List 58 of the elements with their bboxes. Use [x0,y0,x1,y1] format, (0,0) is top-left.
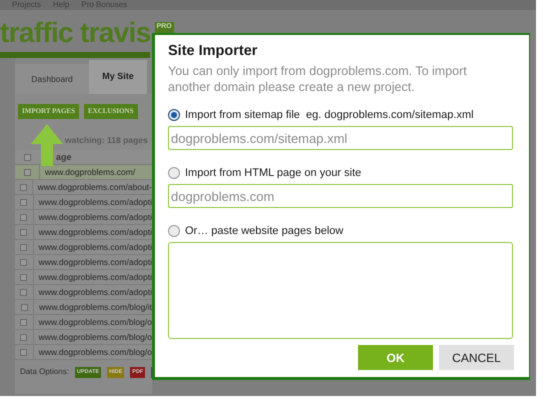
column-header: age [56,152,72,162]
page-url: www.dogproblems.com/adopti [38,256,152,268]
table-row[interactable]: www.dogproblems.com/adopti [15,195,152,210]
logo-text: traffic travis [0,18,150,48]
radio-button[interactable] [168,109,180,121]
input-field[interactable]: dogproblems.com/sitemap.xml [168,126,513,150]
checkbox[interactable] [20,288,28,296]
checkbox[interactable] [20,304,28,310]
checkbox[interactable] [20,244,28,250]
checkbox[interactable] [20,184,27,190]
checkbox[interactable] [24,154,31,160]
tab[interactable]: My Site [89,60,147,94]
pages-textarea[interactable] [168,242,513,339]
page-url: www.dogproblems.com/adopti [38,286,152,298]
radio-button[interactable] [168,167,180,179]
page-url: www.dogproblems.com/blog/it [39,300,152,314]
ok-button[interactable]: OK [358,345,433,370]
option-label: Import from sitemap file eg. dogproblems.com/sitemap.xml [185,108,474,123]
dialog-title: Site Importer [168,42,258,61]
option-label: Or… paste website pages below [185,224,344,239]
table-row[interactable]: www.dogproblems.com/blog/it [15,300,152,315]
page-url: www.dogproblems.com/adopti [38,196,152,208]
checkbox[interactable] [24,168,30,176]
table-row[interactable]: www.dogproblems.com/adopti [15,255,152,270]
table-row[interactable]: www.dogproblems.com/about- [15,180,152,195]
table-row[interactable]: www.dogproblems.com/blog/o [15,345,152,360]
table-row[interactable]: www.dogproblems.com/adopti [15,285,152,300]
page-url: www.dogproblems.com/adopti [38,210,152,224]
table-row[interactable]: www.dogproblems.com/adopti [15,270,152,285]
checkbox[interactable] [20,228,28,236]
input-field[interactable]: dogproblems.com [168,184,513,208]
checkbox[interactable] [20,258,28,266]
cancel-button[interactable]: CANCEL [439,345,514,370]
checkbox[interactable] [20,214,28,220]
page-url: www.dogproblems.com/adopti [38,240,152,254]
table-row[interactable]: www.dogproblems.com/ [15,165,152,180]
radio-button[interactable] [168,225,180,237]
page-url: www.dogproblems.com/adopti [38,226,152,238]
checkbox[interactable] [20,348,28,356]
table-row[interactable]: www.dogproblems.com/adopti [15,225,152,240]
checkbox[interactable] [20,274,28,280]
checkbox[interactable] [20,318,28,326]
checkbox[interactable] [20,198,28,206]
page-url: www.dogproblems.com/ [45,166,136,178]
page-url: www.dogproblems.com/blog/o [38,316,152,328]
page-url: www.dogproblems.com/about- [38,180,152,194]
checkbox[interactable] [20,334,28,340]
page-url: www.dogproblems.com/blog/o [38,346,152,358]
dialog-description: You can only import from dogproblems.com. To import another domain please create a new project. [168,63,468,95]
tab[interactable]: Dashboard [15,64,89,94]
page-url: www.dogproblems.com/blog/o [38,330,152,344]
option-label: Import from HTML page on your site [185,166,362,181]
table-row[interactable]: www.dogproblems.com/blog/o [15,315,152,330]
table-row[interactable]: www.dogproblems.com/blog/o [15,330,152,345]
table-row[interactable]: www.dogproblems.com/adopti [15,240,152,255]
data-options-label: Data Options: [20,366,69,378]
page-url: www.dogproblems.com/adopti [38,270,152,284]
table-row[interactable]: www.dogproblems.com/adopti [15,210,152,225]
